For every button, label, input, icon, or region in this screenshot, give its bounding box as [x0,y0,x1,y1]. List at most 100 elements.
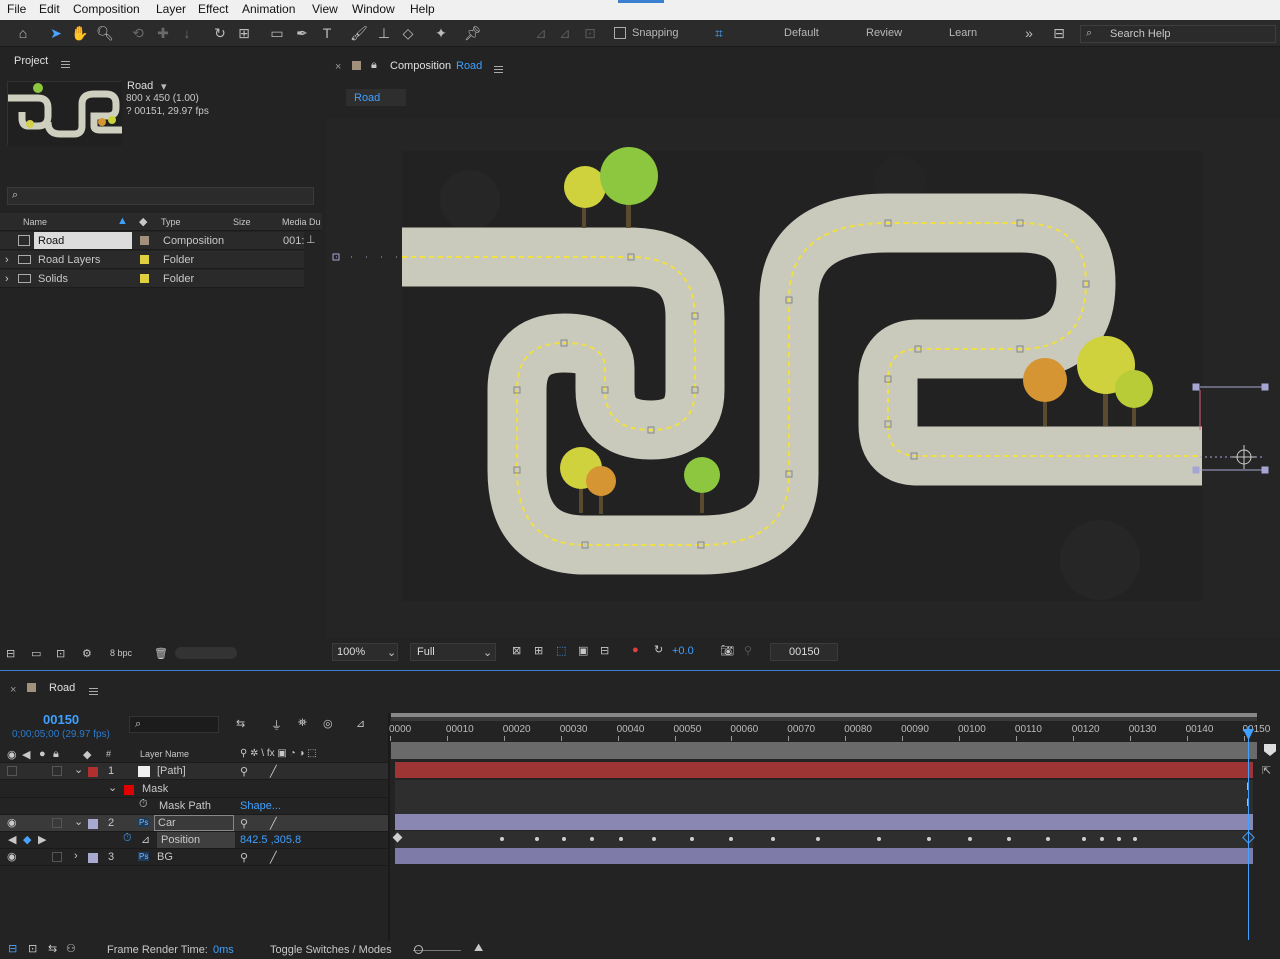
quality-switch-icon[interactable]: ╱ [270,817,277,830]
pen-tool-icon[interactable]: ✒ [292,23,312,43]
label-tag-icon[interactable]: ◆ [139,215,147,228]
project-item-solids[interactable]: › Solids Folder [0,270,304,288]
eraser-tool-icon[interactable]: ◇ [398,23,418,43]
time-navigator[interactable] [391,742,1257,759]
column-name[interactable]: Name [23,217,47,227]
project-search-input[interactable]: ⌕ [7,187,314,205]
type-tool-icon[interactable]: T [317,23,337,43]
position-keyframe[interactable] [877,837,881,841]
grid-guides-icon[interactable]: ⊟ [600,644,609,657]
timeline-search-input[interactable]: ⌕ [129,716,219,733]
layer-name[interactable]: [Path] [157,765,186,777]
zoom-tool-icon[interactable]: 🔍︎ [95,23,115,43]
zoom-in-mountain-icon[interactable]: ⛰ [474,942,483,955]
pan-tool-icon[interactable]: ✚ [153,23,173,43]
bpc-button[interactable]: 8 bpc [110,648,132,658]
chevron-down-icon[interactable]: ⌄ [108,781,117,794]
menu-file[interactable]: File [7,2,26,16]
comp-tab-prefix[interactable]: Composition [390,60,451,72]
axis-world-icon[interactable]: ⊿ [555,23,575,43]
flowchart-icon[interactable]: ⊥ [306,233,316,246]
path-layer-bar[interactable] [395,762,1253,778]
rotate-tool-icon[interactable]: ↻ [210,23,230,43]
menu-help[interactable]: Help [410,2,435,16]
thumbnail-size-slider[interactable] [175,647,237,659]
roto-brush-tool-icon[interactable]: ✦ [431,23,451,43]
graph-icon[interactable]: ⊿ [141,833,150,846]
toggle-switches-modes[interactable]: Toggle Switches / Modes [270,944,392,956]
column-type[interactable]: Type [161,217,181,227]
property-value[interactable]: Shape... [240,800,281,812]
transfer-controls-icon[interactable]: ⊡ [28,942,37,955]
position-keyframe[interactable] [1100,837,1104,841]
timeline-menu-icon[interactable] [89,688,98,695]
position-keyframe[interactable] [927,837,931,841]
position-keyframe[interactable] [562,837,566,841]
column-size[interactable]: Size [233,217,251,227]
shy-switch-icon[interactable]: ⚲ [240,851,248,864]
add-keyframe-icon[interactable]: ◆ [23,833,31,846]
position-keyframe[interactable] [1046,837,1050,841]
puppet-tool-icon[interactable]: 📌︎ [463,23,483,43]
zoom-slider-handle[interactable] [414,945,423,954]
layer-row-path[interactable]: ⌄ 1 [Path] ⚲ ╱ [0,763,388,780]
position-keyframe[interactable] [535,837,539,841]
dolly-tool-icon[interactable]: ↓ [177,23,197,43]
solo-icon[interactable]: ● [39,748,46,760]
eye-icon[interactable]: ◉ [7,816,17,829]
workspace-learn[interactable]: Learn [949,27,977,39]
layer-switches-icon[interactable]: ⊟ [8,942,17,955]
orbit-tool-icon[interactable]: ⟲ [128,23,148,43]
shy-switch-icon[interactable]: ⚲ [240,765,248,778]
switches-header-icon[interactable]: ⚲ ✲ \ fx ▣ ◔ ◑ ⬚ [240,748,317,759]
comp-menu-icon[interactable] [494,66,503,73]
quality-switch-icon[interactable]: ╱ [270,851,277,864]
shy-switch-icon[interactable]: ⚲ [240,817,248,830]
project-settings-icon[interactable]: ⚙ [82,647,92,660]
work-area-range[interactable] [391,713,1257,717]
position-keyframe[interactable] [1133,837,1137,841]
layer-name-header[interactable]: Layer Name [140,749,189,759]
mask-color-swatch[interactable] [124,785,134,795]
layer-row-car[interactable]: ◉ ⌄ 2 Ps Car ⚲ ╱ [0,815,388,832]
axis-local-icon[interactable]: ⊿ [531,23,551,43]
graph-editor-icon[interactable]: ⊿ [356,717,365,730]
eye-icon[interactable]: ◉ [7,748,17,761]
mask-group-row[interactable]: ⌄ Mask [0,781,388,798]
mask-path-row[interactable]: ⏱︎ Mask Path Shape... [0,798,388,815]
home-icon[interactable]: ⌂ [13,23,33,43]
chevron-down-icon[interactable]: ⌄ [74,763,83,776]
sort-up-icon[interactable]: ▲ [117,215,128,227]
hand-tool-icon[interactable]: ✋ [70,23,90,43]
column-media-duration[interactable]: Media Du [282,217,321,227]
search-help-input[interactable]: ⌕ Search Help [1080,25,1276,43]
axis-view-icon[interactable]: ⊡ [580,23,600,43]
timeline-comp-name[interactable]: Road [49,682,75,694]
lock-toggle[interactable] [52,766,62,776]
shy-layers-icon[interactable]: ⛯ [298,717,307,730]
in-out-icon[interactable]: ⇆ [48,942,57,955]
position-keyframe[interactable] [1082,837,1086,841]
menu-edit[interactable]: Edit [39,2,60,16]
layer-label-color[interactable] [88,767,98,777]
menu-view[interactable]: View [312,2,338,16]
chevron-double-right-icon[interactable]: » [1019,23,1039,43]
frame-blending-icon[interactable]: ◎ [323,717,333,730]
comp-button-icon[interactable]: ⇱ [1262,764,1271,777]
lock-icon[interactable]: 🔒︎ [53,748,59,761]
exposure-value[interactable]: +0.0 [672,645,694,657]
snap-target-icon[interactable]: ⌗ [709,23,729,43]
resolution-dropdown[interactable]: Full ⌄ [410,643,496,661]
snapping-checkbox[interactable] [614,27,626,39]
layer-name[interactable]: BG [157,851,173,863]
breadcrumb-road[interactable]: Road [354,92,380,104]
lock-toggle[interactable] [52,852,62,862]
lock-icon[interactable]: 🔒︎ [371,59,377,72]
position-keyframe[interactable] [500,837,504,841]
prev-keyframe-icon[interactable]: ◀ [8,833,16,846]
composition-viewer[interactable] [326,118,1280,638]
close-icon[interactable]: × [10,684,16,696]
position-keyframe[interactable] [968,837,972,841]
workspace-default[interactable]: Default [784,27,819,39]
new-folder-icon[interactable]: ▭ [31,647,41,660]
